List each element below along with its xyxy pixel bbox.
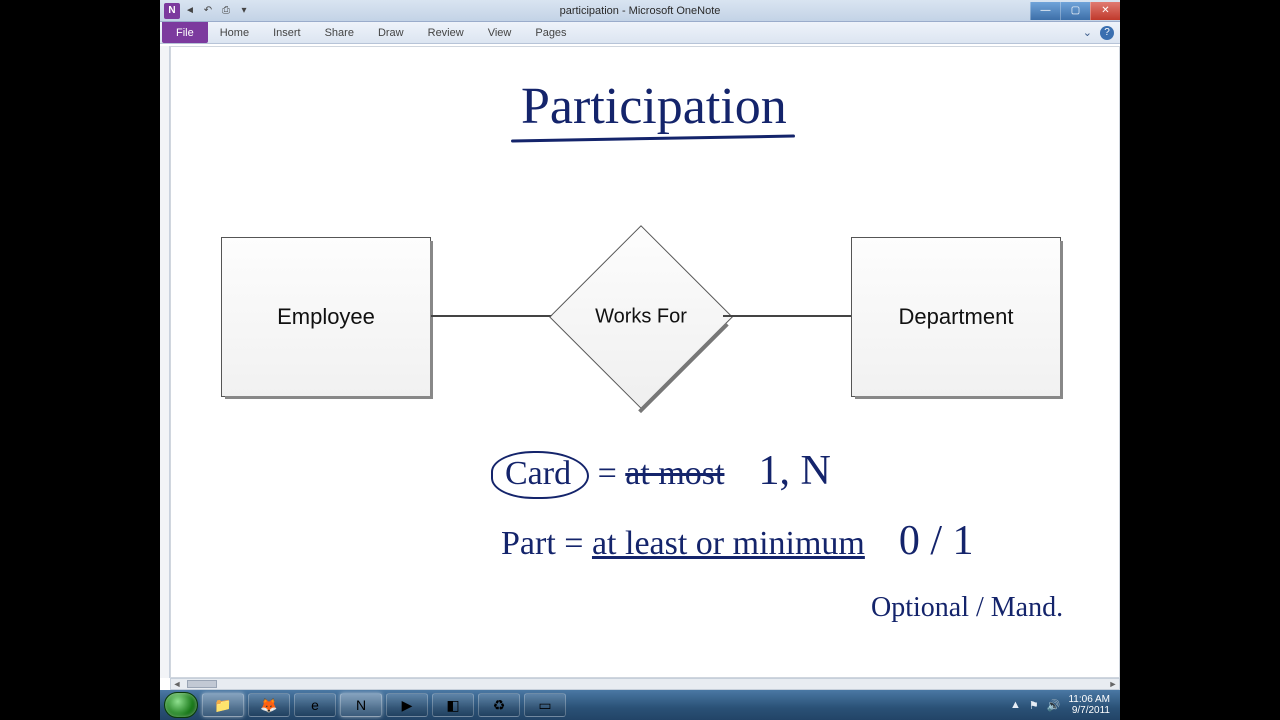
window-titlebar: N ◄ ↶ ⎙ ▾ participation - Microsoft OneN… bbox=[160, 0, 1120, 22]
undo-icon[interactable]: ↶ bbox=[200, 3, 216, 19]
tab-share[interactable]: Share bbox=[313, 22, 366, 43]
tray-flag-icon[interactable]: ⚑ bbox=[1029, 699, 1039, 712]
tab-draw[interactable]: Draw bbox=[366, 22, 416, 43]
letterbox-right bbox=[1120, 0, 1280, 720]
entity-department: Department bbox=[851, 237, 1061, 397]
window-controls: — ▢ ✕ bbox=[1030, 2, 1120, 20]
tab-view[interactable]: View bbox=[476, 22, 524, 43]
handwritten-participation: Part = at least or minimum 0 / 1 bbox=[501, 517, 974, 565]
quick-access-toolbar: N ◄ ↶ ⎙ ▾ bbox=[160, 3, 252, 19]
relation-label: Works For bbox=[541, 306, 741, 329]
scroll-thumb[interactable] bbox=[187, 680, 217, 688]
taskbar: 📁🦊eN▶◧♻▭ ▲ ⚑ 🔊 11:06 AM 9/7/2011 bbox=[160, 690, 1120, 720]
letterbox-left bbox=[0, 0, 160, 720]
qat-dropdown-icon[interactable]: ▾ bbox=[236, 3, 252, 19]
tray-clock[interactable]: 11:06 AM 9/7/2011 bbox=[1068, 694, 1110, 716]
app-icon[interactable]: ◧ bbox=[432, 693, 474, 717]
hw-part-under: at least or minimum bbox=[592, 525, 865, 562]
handwritten-title: Participation bbox=[521, 77, 787, 136]
recycle-icon[interactable]: ♻ bbox=[478, 693, 520, 717]
entity-department-label: Department bbox=[899, 304, 1014, 330]
note-canvas[interactable]: Participation Employee Works For Departm… bbox=[170, 46, 1120, 678]
close-button[interactable]: ✕ bbox=[1090, 2, 1120, 20]
tab-home[interactable]: Home bbox=[208, 22, 261, 43]
tray-speaker-icon[interactable]: 🔊 bbox=[1047, 699, 1061, 712]
hw-card-circled: Card bbox=[491, 451, 589, 499]
minimize-button[interactable]: — bbox=[1030, 2, 1060, 20]
tray-chevron-icon[interactable]: ▲ bbox=[1010, 699, 1021, 711]
app2-icon[interactable]: ▭ bbox=[524, 693, 566, 717]
ribbon-collapse-icon[interactable]: ⌄ bbox=[1083, 26, 1092, 39]
maximize-button[interactable]: ▢ bbox=[1060, 2, 1090, 20]
hw-part-label: Part bbox=[501, 525, 556, 562]
scroll-right-icon[interactable]: ► bbox=[1107, 679, 1119, 689]
hw-part-eq: = bbox=[564, 525, 583, 562]
start-button[interactable] bbox=[164, 692, 198, 718]
hw-card-vals: 1, N bbox=[758, 448, 830, 494]
scroll-left-icon[interactable]: ◄ bbox=[171, 679, 183, 689]
file-tab[interactable]: File bbox=[162, 22, 208, 43]
hw-card-eq: = bbox=[598, 455, 617, 492]
tab-pages[interactable]: Pages bbox=[523, 22, 578, 43]
help-icon[interactable]: ? bbox=[1100, 26, 1114, 40]
firefox-icon[interactable]: 🦊 bbox=[248, 693, 290, 717]
link-right bbox=[723, 315, 853, 317]
explorer-icon[interactable]: 📁 bbox=[202, 693, 244, 717]
system-tray: ▲ ⚑ 🔊 11:06 AM 9/7/2011 bbox=[1010, 694, 1116, 716]
hw-card-struck: at most bbox=[625, 455, 724, 492]
relation-works-for: Works For bbox=[541, 242, 741, 392]
desktop-screen: N ◄ ↶ ⎙ ▾ participation - Microsoft OneN… bbox=[160, 0, 1120, 720]
entity-employee-label: Employee bbox=[277, 304, 375, 330]
print-icon[interactable]: ⎙ bbox=[218, 3, 234, 19]
page-gutter bbox=[160, 46, 170, 678]
back-icon[interactable]: ◄ bbox=[182, 3, 198, 19]
window-title: participation - Microsoft OneNote bbox=[160, 5, 1120, 17]
entity-employee: Employee bbox=[221, 237, 431, 397]
onenote-icon[interactable]: N bbox=[164, 3, 180, 19]
ribbon: File Home Insert Share Draw Review View … bbox=[160, 22, 1120, 44]
handwritten-cardinality: Card = at most 1, N bbox=[491, 447, 831, 499]
tab-insert[interactable]: Insert bbox=[261, 22, 313, 43]
tray-time: 11:06 AM bbox=[1068, 694, 1110, 705]
tray-date: 9/7/2011 bbox=[1068, 705, 1110, 716]
tab-review[interactable]: Review bbox=[416, 22, 476, 43]
horizontal-scrollbar[interactable]: ◄ ► bbox=[170, 678, 1120, 690]
media-icon[interactable]: ▶ bbox=[386, 693, 428, 717]
onenote-icon[interactable]: N bbox=[340, 693, 382, 717]
handwritten-optional: Optional / Mand. bbox=[871, 592, 1063, 624]
hw-part-vals: 0 / 1 bbox=[899, 518, 974, 564]
ie-icon[interactable]: e bbox=[294, 693, 336, 717]
